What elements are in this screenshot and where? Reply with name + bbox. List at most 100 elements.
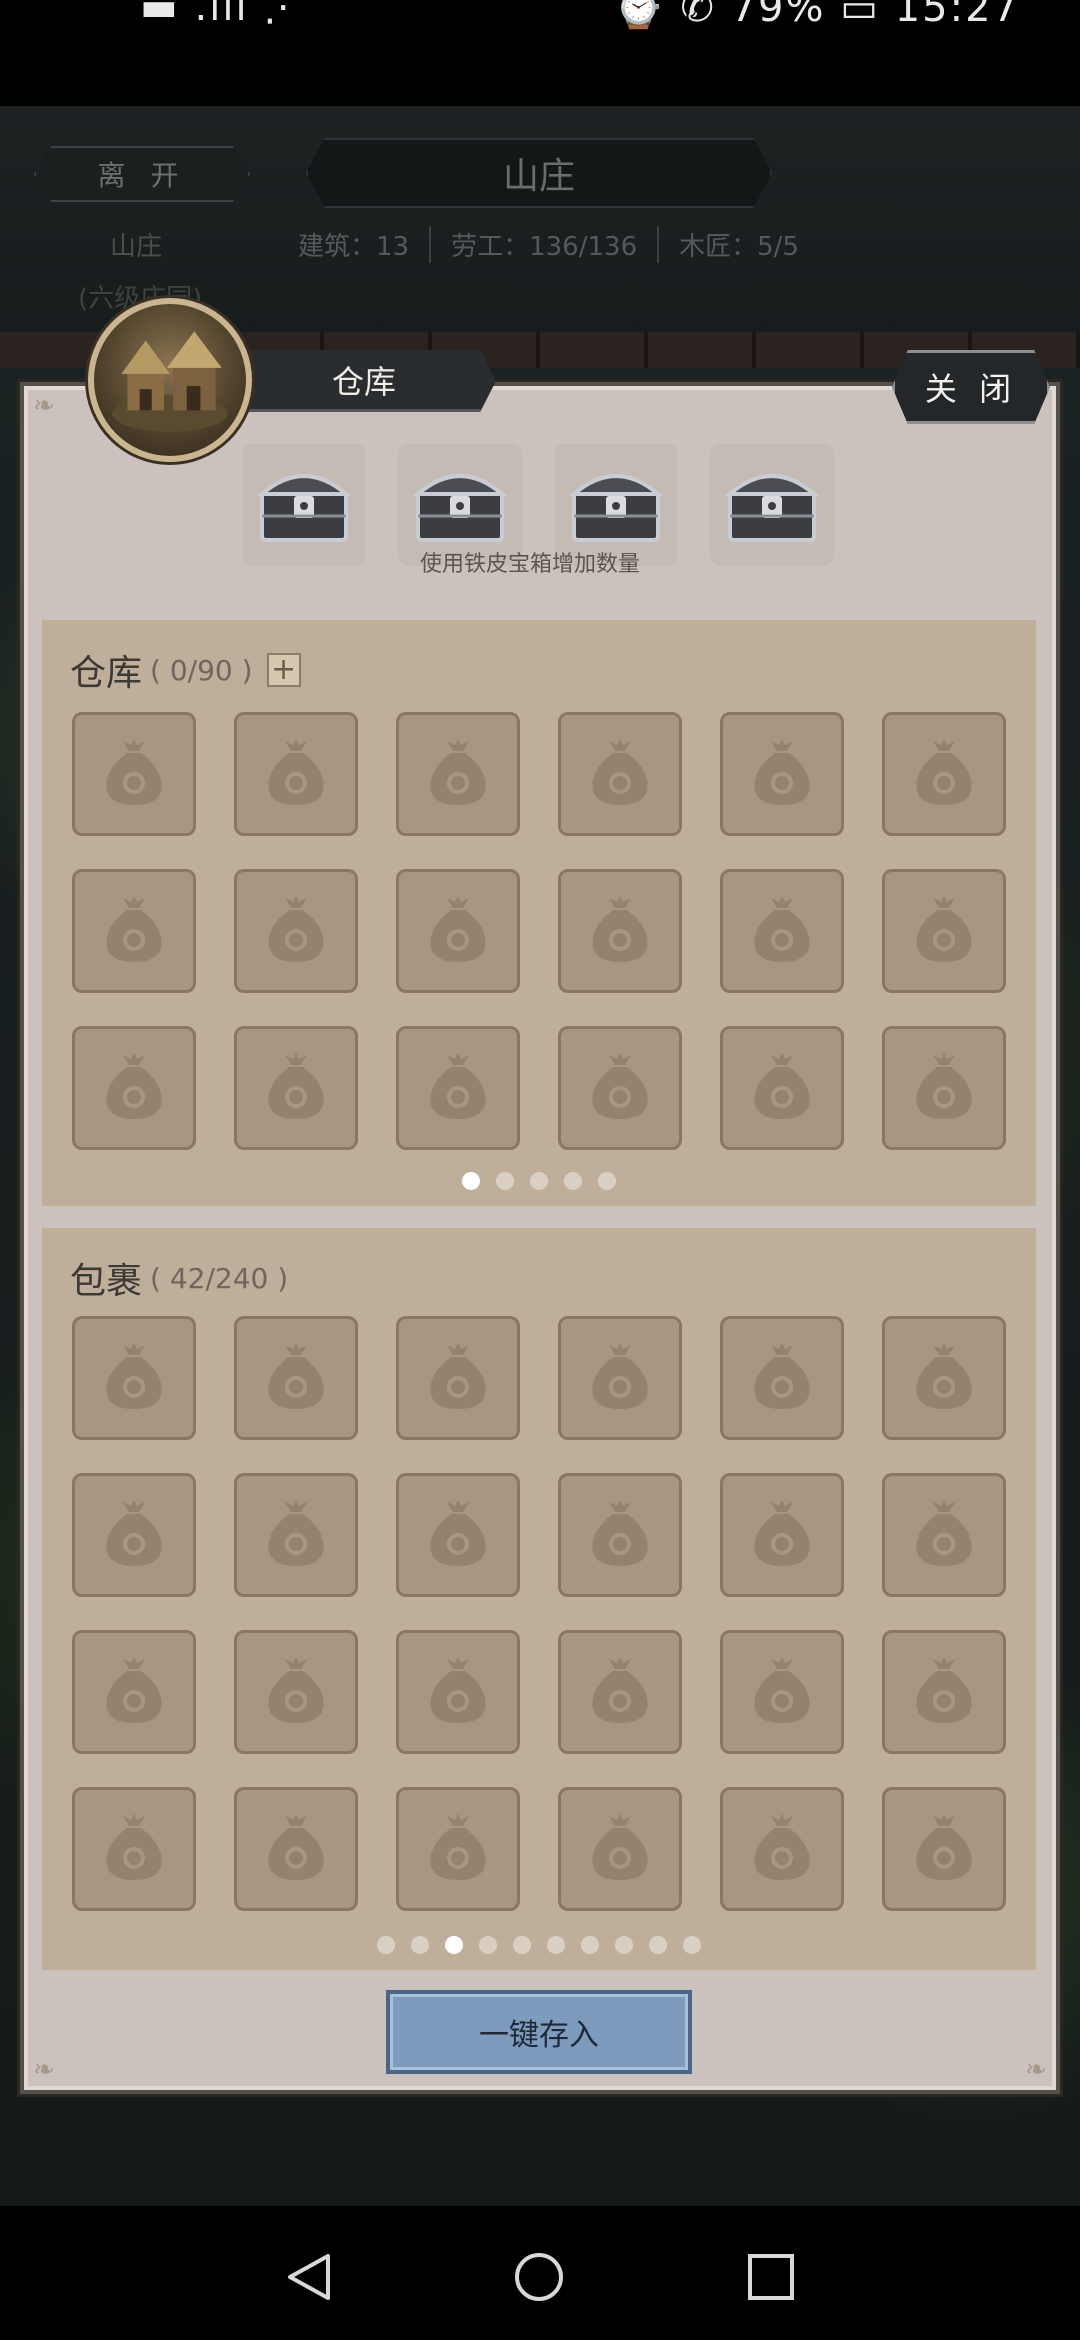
bag-title: 包裹	[70, 1261, 143, 1302]
page-dot[interactable]	[564, 1172, 582, 1190]
page-dot[interactable]	[496, 1172, 514, 1190]
storage-slot[interactable]	[72, 712, 196, 836]
storage-slot[interactable]	[234, 1026, 358, 1150]
village-name: 山庄	[110, 232, 163, 262]
bag-slot[interactable]	[72, 1473, 196, 1597]
status-bar: ▬ .ıll ⋰ ⌚ ✆ 79% ▭ 15:27	[0, 0, 1080, 106]
money-bag-icon	[579, 1335, 661, 1421]
money-bag-icon	[579, 1806, 661, 1892]
storage-slot[interactable]	[396, 869, 520, 993]
money-bag-icon	[903, 888, 985, 974]
bag-slot[interactable]	[234, 1787, 358, 1911]
bag-slot[interactable]	[882, 1787, 1006, 1911]
deposit-all-button[interactable]: 一键存入	[386, 1990, 692, 2074]
bag-slot[interactable]	[72, 1316, 196, 1440]
storage-slot[interactable]	[72, 869, 196, 993]
bag-slot[interactable]	[396, 1473, 520, 1597]
page-dot[interactable]	[649, 1936, 667, 1954]
bag-slot[interactable]	[234, 1630, 358, 1754]
page-dot[interactable]	[598, 1172, 616, 1190]
money-bag-icon	[93, 1492, 175, 1578]
money-bag-icon	[741, 1649, 823, 1735]
money-bag-icon	[93, 1045, 175, 1131]
back-icon[interactable]	[282, 2250, 336, 2304]
corner-ornament-icon: ❧	[33, 2055, 55, 2085]
bag-slot[interactable]	[720, 1630, 844, 1754]
money-bag-icon	[93, 731, 175, 817]
corner-ornament-icon: ❧	[1025, 2055, 1047, 2085]
money-bag-icon	[417, 1806, 499, 1892]
bag-slot[interactable]	[720, 1787, 844, 1911]
money-bag-icon	[93, 1335, 175, 1421]
bag-slot[interactable]	[558, 1473, 682, 1597]
page-dot[interactable]	[530, 1172, 548, 1190]
bag-slot[interactable]	[396, 1787, 520, 1911]
bag-slot[interactable]	[882, 1630, 1006, 1754]
bag-slot[interactable]	[234, 1473, 358, 1597]
bag-slot[interactable]	[396, 1316, 520, 1440]
page-dot[interactable]	[683, 1936, 701, 1954]
storage-slot[interactable]	[234, 712, 358, 836]
page-dot[interactable]	[377, 1936, 395, 1954]
storage-slot[interactable]	[396, 712, 520, 836]
bag-count: ( 42/240 )	[150, 1261, 289, 1295]
money-bag-icon	[417, 1492, 499, 1578]
page-dot[interactable]	[581, 1936, 599, 1954]
bag-slot[interactable]	[558, 1630, 682, 1754]
bag-slot[interactable]	[720, 1316, 844, 1440]
bag-slot[interactable]	[558, 1787, 682, 1911]
page-dot[interactable]	[411, 1936, 429, 1954]
page-dot[interactable]	[615, 1936, 633, 1954]
storage-slot[interactable]	[882, 1026, 1006, 1150]
storage-slot[interactable]	[558, 1026, 682, 1150]
money-bag-icon	[741, 1492, 823, 1578]
money-bag-icon	[579, 1492, 661, 1578]
storage-slot[interactable]	[720, 712, 844, 836]
money-bag-icon	[417, 1649, 499, 1735]
storage-slot[interactable]	[720, 1026, 844, 1150]
storage-slot[interactable]	[882, 869, 1006, 993]
money-bag-icon	[255, 1649, 337, 1735]
village-title: 山庄	[306, 138, 772, 208]
storage-page-indicator	[42, 1172, 1036, 1190]
page-dot[interactable]	[547, 1936, 565, 1954]
storage-slot[interactable]	[720, 869, 844, 993]
expand-storage-button[interactable]: +	[266, 653, 301, 687]
storage-slot[interactable]	[72, 1026, 196, 1150]
bag-slot[interactable]	[396, 1630, 520, 1754]
village-stats: 建筑：13 劳工：136/136 木匠：5/5	[298, 226, 819, 263]
money-bag-icon	[903, 731, 985, 817]
bag-slot[interactable]	[882, 1316, 1006, 1440]
page-dot[interactable]	[445, 1936, 463, 1954]
storage-slot[interactable]	[234, 869, 358, 993]
bag-slot[interactable]	[720, 1473, 844, 1597]
iron-chest-icon[interactable]	[242, 444, 366, 566]
bag-slot[interactable]	[72, 1630, 196, 1754]
page-dot[interactable]	[479, 1936, 497, 1954]
money-bag-icon	[903, 1649, 985, 1735]
close-button[interactable]: 关 闭	[892, 350, 1050, 424]
stat-carpenters: 木匠：5/5	[657, 226, 819, 263]
money-bag-icon	[741, 1806, 823, 1892]
storage-slot[interactable]	[558, 712, 682, 836]
bag-slot[interactable]	[234, 1316, 358, 1440]
page-dot[interactable]	[513, 1936, 531, 1954]
money-bag-icon	[741, 888, 823, 974]
iron-chest-icon[interactable]	[710, 444, 834, 566]
recent-apps-icon[interactable]	[744, 2250, 798, 2304]
leave-button[interactable]: 离 开	[34, 146, 250, 202]
storage-slot[interactable]	[558, 869, 682, 993]
bag-slot[interactable]	[558, 1316, 682, 1440]
bag-slot[interactable]	[882, 1473, 1006, 1597]
home-icon[interactable]	[512, 2250, 566, 2304]
storage-slot[interactable]	[882, 712, 1006, 836]
bag-slot[interactable]	[72, 1787, 196, 1911]
money-bag-icon	[903, 1335, 985, 1421]
page-dot[interactable]	[462, 1172, 480, 1190]
stat-laborers: 劳工：136/136	[429, 226, 657, 263]
storage-section: 仓库 ( 0/90 ) +	[42, 620, 1036, 1206]
money-bag-icon	[255, 888, 337, 974]
storage-slot[interactable]	[396, 1026, 520, 1150]
money-bag-icon	[417, 731, 499, 817]
money-bag-icon	[741, 1045, 823, 1131]
